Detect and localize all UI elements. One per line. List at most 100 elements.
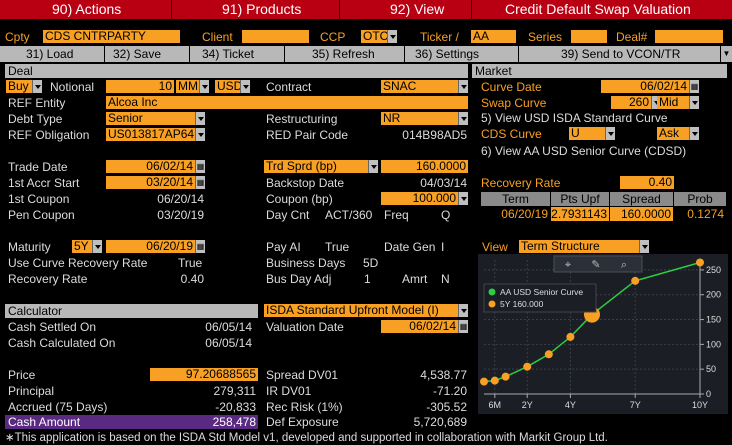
- save-button[interactable]: 32) Save: [105, 46, 189, 62]
- valuation-date-field[interactable]: 06/02/14: [381, 320, 458, 333]
- refresh-button[interactable]: 35) Refresh: [285, 46, 404, 62]
- spread-dv01-label: Spread DV01: [266, 368, 339, 382]
- price-field[interactable]: 97.20688565: [150, 368, 258, 381]
- swap-side-field[interactable]: Mid: [657, 96, 689, 109]
- recovery-rate-label: Recovery Rate: [8, 272, 88, 286]
- y-tick-label: 150: [706, 315, 721, 325]
- view-field[interactable]: Term Structure: [519, 240, 639, 253]
- legend-marker: [488, 288, 496, 296]
- ticker-field[interactable]: AA: [471, 30, 516, 43]
- ticket-button[interactable]: 34) Ticket: [190, 46, 284, 62]
- accr-start-calendar-icon[interactable]: ▦: [195, 176, 205, 189]
- swap-curve-field[interactable]: 260: [611, 96, 651, 109]
- restructuring-field[interactable]: NR: [381, 112, 459, 125]
- term-cell[interactable]: 06/20/19: [481, 207, 551, 221]
- coupon-label: Coupon (bp): [266, 192, 333, 206]
- client-label: Client: [202, 30, 233, 44]
- swap-side-dropdown[interactable]: [689, 96, 699, 109]
- view-aa-usd-link[interactable]: 6) View AA USD Senior Curve (CDSD): [481, 144, 686, 158]
- rec-risk-label: Rec Risk (1%): [266, 400, 343, 414]
- notional-unit-field[interactable]: MM: [176, 80, 200, 93]
- debt-type-field[interactable]: Senior: [106, 112, 195, 125]
- curve-date-calendar-icon[interactable]: ▦: [689, 80, 699, 93]
- ir-dv01-value: -71.20: [432, 384, 467, 398]
- business-days-label: Business Days: [266, 256, 346, 270]
- maturity-tenor-dropdown[interactable]: [92, 240, 102, 253]
- trade-date-field[interactable]: 06/02/14: [106, 160, 195, 173]
- use-curve-label: Use Curve Recovery Rate: [8, 256, 148, 270]
- date-gen-value: I: [441, 240, 445, 254]
- cpty-label: Cpty: [5, 30, 30, 44]
- settings-button[interactable]: 36) Settings: [405, 46, 518, 62]
- actions-menu[interactable]: 90) Actions: [0, 0, 171, 19]
- side-dropdown[interactable]: [32, 80, 42, 93]
- maturity-tenor-field[interactable]: 5Y: [72, 240, 92, 253]
- view-dropdown[interactable]: [639, 240, 649, 253]
- trade-date-calendar-icon[interactable]: ▦: [195, 160, 205, 173]
- cds-side-field[interactable]: Ask: [657, 127, 689, 140]
- amrt-value: N: [441, 272, 450, 286]
- model-dropdown[interactable]: [458, 304, 468, 317]
- principal-label: Principal: [8, 384, 55, 398]
- cpty-field[interactable]: CDS CNTRPARTY: [43, 30, 180, 43]
- load-button[interactable]: 31) Load: [0, 46, 104, 62]
- term-structure-chart: 0 50 100 150 200 250 6M 2Y 4Y 7Y 10Y ⌖ ✎ ⌕ AA USD Seni…: [478, 254, 728, 414]
- market-recovery-field[interactable]: 0.40: [620, 176, 674, 189]
- debt-type-label: Debt Type: [8, 112, 63, 126]
- ref-obligation-dropdown[interactable]: [195, 128, 205, 141]
- cds-side-dropdown[interactable]: [689, 127, 699, 140]
- notional-field[interactable]: 10: [106, 80, 174, 93]
- send-vcon-button[interactable]: 39) Send to VCON/TR: [519, 46, 720, 62]
- swap-curve-label: Swap Curve: [481, 96, 547, 110]
- ref-entity-field[interactable]: Alcoa Inc: [106, 96, 468, 109]
- currency-dropdown[interactable]: [240, 80, 250, 93]
- valuation-date-calendar-icon[interactable]: ▦: [458, 320, 468, 333]
- day-cnt-value: ACT/360: [325, 208, 373, 222]
- prob-cell[interactable]: 0.1274: [674, 207, 727, 221]
- trd-sprd-field[interactable]: Trd Sprd (bp): [264, 160, 368, 173]
- x-tick-label: 7Y: [630, 400, 641, 410]
- pen-coupon-value: 03/20/19: [157, 208, 204, 222]
- recovery-rate-value: 0.40: [180, 272, 204, 286]
- spread-cell[interactable]: 160.0000: [610, 207, 674, 221]
- maturity-date-field[interactable]: 06/20/19: [106, 240, 195, 253]
- ref-obligation-field[interactable]: US013817AP64: [106, 128, 195, 141]
- trd-sprd-dropdown[interactable]: [368, 160, 378, 173]
- ccp-dropdown[interactable]: [387, 30, 397, 43]
- calculator-section-header: Calculator: [5, 304, 258, 318]
- debt-type-dropdown[interactable]: [195, 112, 205, 125]
- maturity-calendar-icon[interactable]: ▦: [195, 240, 205, 253]
- maturity-label: Maturity: [8, 240, 51, 254]
- toolbar-arrow-icon[interactable]: ▼: [721, 46, 732, 62]
- contract-dropdown[interactable]: [458, 80, 468, 93]
- view-usd-isda-link[interactable]: 5) View USD ISDA Standard Curve: [481, 111, 668, 125]
- side-field[interactable]: Buy: [6, 80, 32, 93]
- coupon-field[interactable]: 100.000: [381, 192, 458, 205]
- model-field[interactable]: ISDA Standard Upfront Model (I): [264, 304, 458, 317]
- trd-sprd-value-field[interactable]: 160.0000: [381, 160, 468, 173]
- coupon-dropdown[interactable]: [458, 192, 468, 205]
- first-coupon-value: 06/20/14: [157, 192, 204, 206]
- y-tick-label: 100: [706, 339, 721, 349]
- cash-settled-value: 06/05/14: [205, 320, 252, 334]
- ccp-field[interactable]: OTC: [361, 30, 387, 43]
- contract-field[interactable]: SNAC: [381, 80, 459, 93]
- products-menu[interactable]: 91) Products: [172, 0, 339, 19]
- deal-field[interactable]: [655, 30, 723, 43]
- client-field[interactable]: [242, 30, 309, 43]
- prob-column-header: Prob: [674, 192, 727, 206]
- view-menu[interactable]: 92) View: [340, 0, 471, 19]
- term-column-header: Term: [481, 192, 551, 206]
- curve-date-field[interactable]: 06/02/14: [601, 80, 689, 93]
- notional-unit-dropdown[interactable]: [199, 80, 209, 93]
- currency-field[interactable]: USD: [215, 80, 240, 93]
- def-exposure-value: 5,720,689: [413, 415, 467, 429]
- cds-curve-dropdown[interactable]: [605, 127, 615, 140]
- restructuring-dropdown[interactable]: [458, 112, 468, 125]
- pts-upf-cell[interactable]: 2.7931143: [551, 207, 610, 221]
- cds-curve-field[interactable]: U: [569, 127, 605, 140]
- accr-start-field[interactable]: 03/20/14: [106, 176, 195, 189]
- ir-dv01-label: IR DV01: [266, 384, 312, 398]
- series-field[interactable]: [571, 30, 607, 43]
- pay-ai-label: Pay AI: [266, 240, 301, 254]
